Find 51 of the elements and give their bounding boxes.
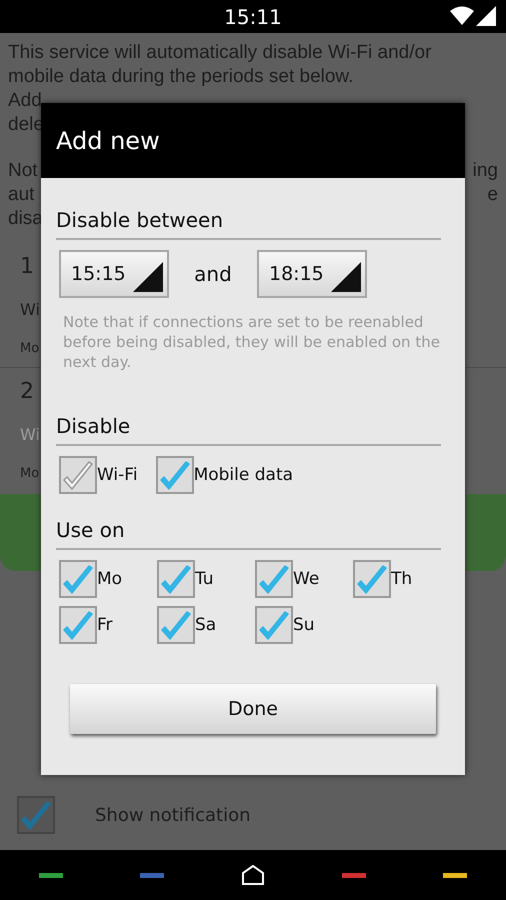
intro-text: Add [8,89,42,113]
period-wifi: Wi [20,425,40,444]
intro-text: e [487,183,498,207]
home-icon[interactable] [240,865,265,885]
time-button[interactable]: 15:15 [59,250,169,298]
option-label: Wi-Fi [97,465,138,485]
intro-text: mobile data during the periods set below. [8,65,354,89]
wifi-icon [450,6,474,26]
intro-text: Not [8,159,38,183]
nav-dash[interactable] [443,872,468,878]
note-text: Note that if connections are set to be reenabled before being disabled, they will be enabled on the next day. [63,312,441,372]
intro-text: This service will automatically disable Wi-Fi and/or [8,41,432,65]
day-label: Sa [195,615,216,635]
day-label: Mo [97,569,122,589]
section-heading: Use on [56,518,441,550]
checkbox[interactable] [59,606,97,644]
checkbox[interactable] [59,560,97,598]
checkbox[interactable] [156,456,194,494]
dialog-title: Add new [56,126,160,154]
checkbox[interactable] [17,796,55,834]
time-button[interactable]: 18:15 [257,250,367,298]
and-label: and [193,262,233,286]
checkbox[interactable] [157,606,195,644]
notification-label: Show notification [95,804,251,826]
period-days: Mo [20,466,40,482]
intro-text: aut [8,183,34,207]
checkbox[interactable] [255,560,293,598]
signal-icon [476,6,496,26]
intro-text: ing [472,159,498,183]
period-wifi: Wi [20,300,40,320]
section-heading: Disable [56,414,441,446]
day-label: Tu [195,569,214,589]
day-label: Fr [97,615,113,635]
day-label: We [293,569,320,589]
option-label: Mobile data [194,465,294,485]
corner-icon [331,262,361,292]
status-time: 15:11 [224,4,282,28]
checkbox[interactable] [59,456,97,494]
done-button[interactable]: Done [70,684,436,734]
intro-text: disa [8,207,43,231]
day-label: Su [293,615,315,635]
corner-icon [133,262,163,292]
period-time: 1 [20,254,34,279]
checkbox[interactable] [157,560,195,598]
period-time: 2 [20,378,34,404]
period-days: Mo [20,341,40,356]
nav-dash[interactable] [38,872,63,878]
section-heading: Disable between [56,208,441,240]
checkbox[interactable] [353,560,391,598]
day-label: Th [391,569,412,589]
checkbox[interactable] [255,606,293,644]
